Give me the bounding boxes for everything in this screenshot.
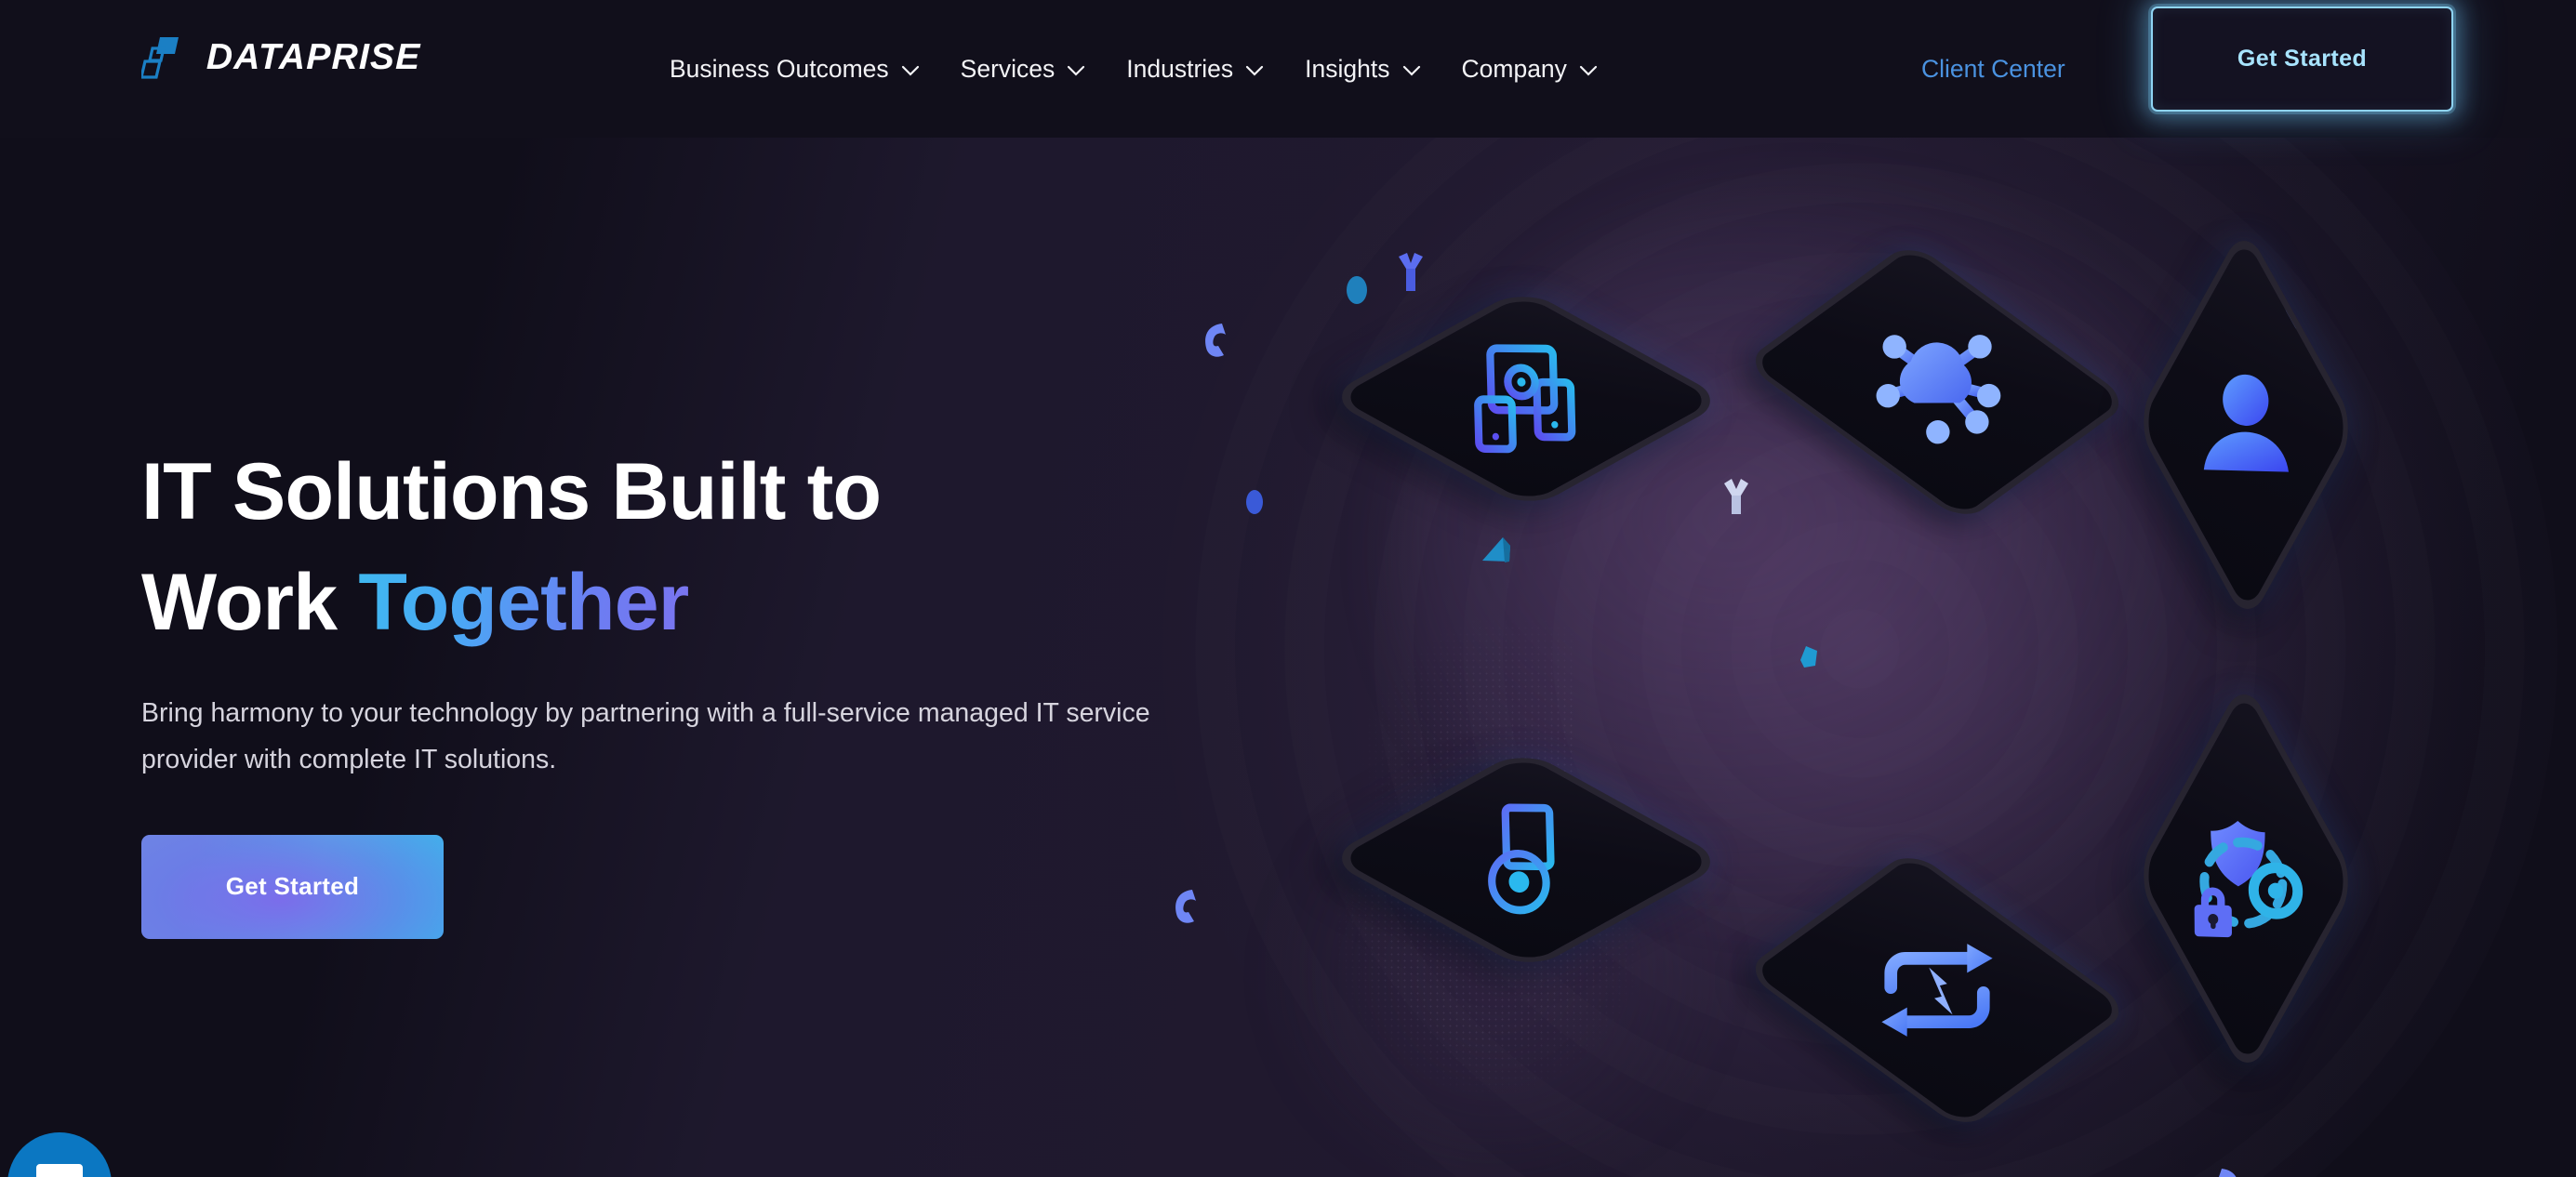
hero-subheadline: Bring harmony to your technology by part…: [141, 698, 1150, 774]
float-shape-arrow-up: [1399, 253, 1423, 291]
nav-label: Industries: [1126, 54, 1234, 83]
cloud-network-icon: [1876, 335, 2001, 444]
chevron-down-icon: [1067, 65, 1085, 76]
nav-label: Services: [960, 54, 1056, 83]
page-title: IT Solutions Built to Work Together: [141, 437, 1239, 657]
logo[interactable]: DATAPRISE: [141, 32, 421, 84]
float-shape-hook-left: [1205, 324, 1226, 357]
float-shape-cone: [1482, 537, 1510, 562]
headline-line-2-accent: Together: [358, 557, 689, 647]
cloud-network-card: [1742, 241, 2132, 523]
chevron-down-icon: [1402, 65, 1421, 76]
float-shape-hook-bottom-right: [2219, 1169, 2237, 1177]
security-shield-card: [2133, 677, 2358, 1080]
nav-label: Insights: [1305, 54, 1390, 83]
nav-item-insights[interactable]: Insights: [1284, 46, 1441, 93]
float-shape-pebble: [1246, 490, 1263, 514]
logo-text: DATAPRISE: [206, 37, 421, 77]
nav-item-company[interactable]: Company: [1441, 46, 1618, 93]
chevron-down-icon: [1579, 65, 1598, 76]
client-center-link[interactable]: Client Center: [1921, 0, 2065, 138]
hero-get-started-button[interactable]: Get Started: [141, 834, 444, 939]
nav-item-industries[interactable]: Industries: [1106, 46, 1284, 93]
main-navigation: Business Outcomes Services Industries In…: [649, 0, 1618, 138]
server-disk-icon: [1475, 803, 1581, 915]
float-shape-arrow-down: [1724, 479, 1748, 514]
user-icon: [2203, 374, 2289, 472]
headline-line-1: IT Solutions Built to: [141, 447, 882, 536]
shield-lock-icon: [2194, 821, 2304, 938]
devices-gear-icon: [1474, 344, 1576, 454]
dataprise-logo-mark-icon: [141, 37, 179, 79]
chevron-down-icon: [901, 65, 920, 76]
nav-label: Business Outcomes: [670, 54, 889, 83]
header-get-started-button[interactable]: Get Started: [2151, 7, 2453, 112]
devices-settings-card: [1324, 286, 1728, 511]
nav-item-business-outcomes[interactable]: Business Outcomes: [649, 46, 940, 93]
chat-bubble-icon: [36, 1164, 83, 1177]
data-server-card: [1324, 747, 1728, 972]
user-profile-card: [2133, 223, 2358, 627]
chevron-down-icon: [1245, 65, 1264, 76]
hero-illustration: [1175, 223, 2576, 1177]
sync-arrows-icon: [1881, 944, 1993, 1037]
float-shape-nugget: [1800, 646, 1817, 668]
float-shape-chip: [1347, 276, 1367, 304]
headline-line-2-plain: Work: [141, 557, 359, 647]
page-root: IT Solutions Built to Work Together Brin…: [0, 0, 2576, 1177]
site-header: DATAPRISE Business Outcomes Services Ind…: [0, 0, 2576, 138]
nav-label: Company: [1461, 54, 1567, 83]
nav-item-services[interactable]: Services: [940, 46, 1107, 93]
hero-content: IT Solutions Built to Work Together Brin…: [141, 437, 1239, 939]
sync-transform-card: [1742, 849, 2132, 1131]
